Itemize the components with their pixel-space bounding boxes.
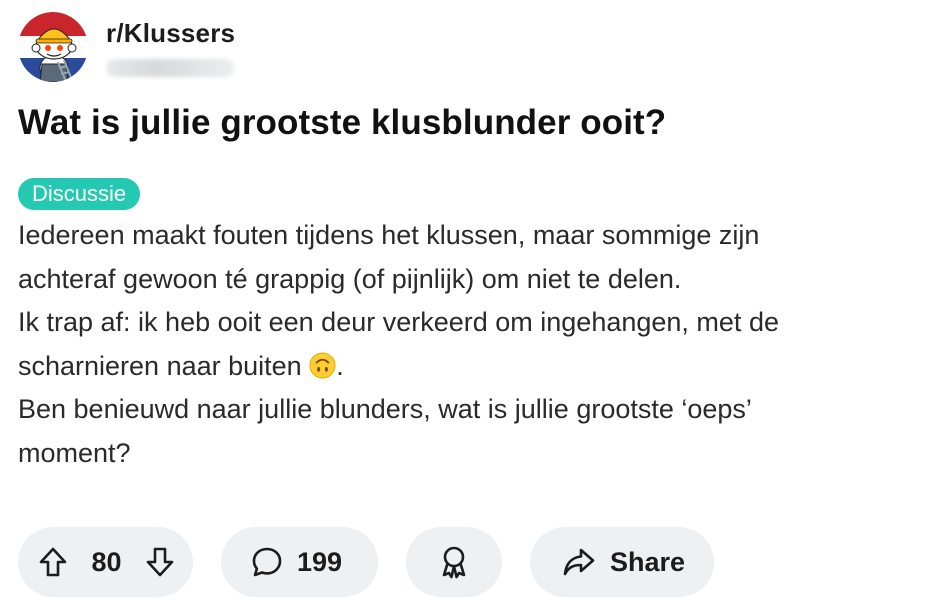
body-line: Ik trap af: ik heb ooit een deur verkeer…: [18, 307, 779, 337]
username-redacted: [106, 59, 234, 77]
body-line: achteraf gewoon té grappig (of pijnlijk)…: [18, 263, 682, 294]
body-line: Iedereen maakt fouten tijdens het klusse…: [18, 220, 760, 250]
post-actions-bar: 80 199 Share: [18, 527, 714, 597]
upside-down-face-emoji-icon: [309, 351, 336, 379]
vote-count: 80: [91, 546, 122, 577]
arrow-down-icon: [146, 547, 174, 577]
body-line: scharnieren naar buiten .: [18, 345, 918, 389]
comment-count: 199: [297, 546, 343, 577]
downvote-button[interactable]: [145, 546, 175, 578]
vote-control: 80: [18, 527, 193, 597]
subreddit-avatar[interactable]: [18, 12, 88, 82]
arrow-up-icon: [39, 547, 67, 577]
share-button[interactable]: Share: [530, 527, 714, 597]
body-text-segment: .: [336, 350, 344, 381]
post-body: Iedereen maakt fouten tijdens het klusse…: [18, 214, 918, 475]
award-button[interactable]: [406, 527, 502, 597]
post-header: r/Klussers: [18, 12, 918, 84]
post-title[interactable]: Wat is jullie grootste klusblunder ooit?: [18, 102, 918, 144]
body-line: Ben benieuwd naar jullie blunders, wat i…: [18, 394, 752, 424]
post-card: r/Klussers Wat is jullie grootste klusbl…: [18, 12, 918, 475]
award-ribbon-icon: [442, 546, 466, 579]
post-flair[interactable]: Discussie: [18, 178, 141, 210]
comments-button[interactable]: 199: [221, 527, 378, 597]
speech-bubble-icon: [252, 547, 282, 577]
share-label: Share: [610, 546, 686, 577]
post-meta: r/Klussers: [106, 18, 235, 77]
share-arrow-icon: [563, 548, 595, 576]
upvote-button[interactable]: [38, 546, 68, 578]
subreddit-name[interactable]: r/Klussers: [106, 18, 235, 49]
body-text-segment: scharnieren naar buiten: [18, 350, 310, 381]
body-line: moment?: [18, 437, 131, 468]
subreddit-avatar-icon: [18, 12, 88, 82]
